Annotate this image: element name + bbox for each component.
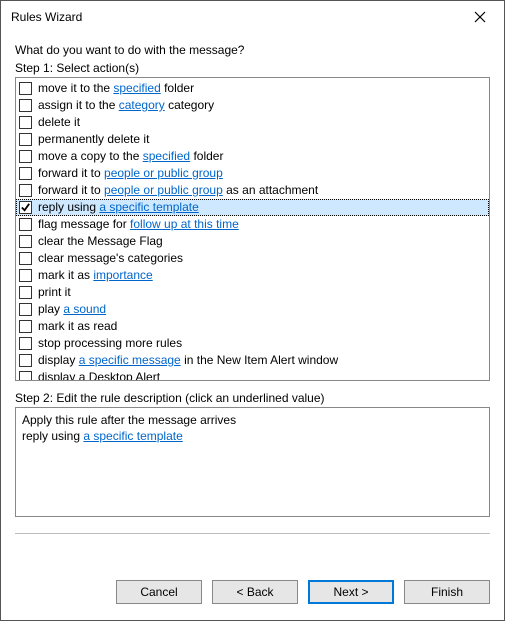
- action-row[interactable]: permanently delete it: [16, 131, 489, 148]
- action-link[interactable]: category: [119, 98, 165, 112]
- action-row[interactable]: clear message's categories: [16, 250, 489, 267]
- action-link[interactable]: people or public group: [104, 183, 223, 197]
- titlebar: Rules Wizard: [1, 1, 504, 33]
- action-row[interactable]: forward it to people or public group: [16, 165, 489, 182]
- action-checkbox[interactable]: [19, 99, 32, 112]
- action-checkbox[interactable]: [19, 303, 32, 316]
- action-row[interactable]: stop processing more rules: [16, 335, 489, 352]
- question-text: What do you want to do with the message?: [15, 43, 490, 57]
- step2-label: Step 2: Edit the rule description (click…: [15, 391, 490, 405]
- action-label: forward it to people or public group: [38, 165, 223, 182]
- rule-description-box[interactable]: Apply this rule after the message arrive…: [15, 407, 490, 517]
- action-checkbox[interactable]: [19, 150, 32, 163]
- template-link[interactable]: a specific template: [83, 429, 182, 443]
- action-checkbox[interactable]: [19, 201, 32, 214]
- action-label: permanently delete it: [38, 131, 149, 148]
- action-label: mark it as importance: [38, 267, 153, 284]
- finish-button[interactable]: Finish: [404, 580, 490, 604]
- action-label: mark it as read: [38, 318, 117, 335]
- action-checkbox[interactable]: [19, 252, 32, 265]
- action-link[interactable]: a sound: [63, 302, 106, 316]
- actions-list[interactable]: move it to the specified folderassign it…: [15, 77, 490, 381]
- action-row[interactable]: move a copy to the specified folder: [16, 148, 489, 165]
- cancel-button[interactable]: Cancel: [116, 580, 202, 604]
- window-title: Rules Wizard: [11, 10, 460, 24]
- action-checkbox[interactable]: [19, 354, 32, 367]
- button-bar: Cancel < Back Next > Finish: [1, 566, 504, 620]
- action-label: delete it: [38, 114, 80, 131]
- close-button[interactable]: [460, 3, 500, 31]
- action-checkbox[interactable]: [19, 133, 32, 146]
- action-row[interactable]: mark it as read: [16, 318, 489, 335]
- action-checkbox[interactable]: [19, 337, 32, 350]
- description-line-1: Apply this rule after the message arrive…: [22, 412, 483, 428]
- action-row[interactable]: clear the Message Flag: [16, 233, 489, 250]
- action-label: print it: [38, 284, 71, 301]
- action-label: move it to the specified folder: [38, 80, 194, 97]
- action-row[interactable]: mark it as importance: [16, 267, 489, 284]
- action-label: play a sound: [38, 301, 106, 318]
- action-row[interactable]: print it: [16, 284, 489, 301]
- action-checkbox[interactable]: [19, 286, 32, 299]
- rules-wizard-window: Rules Wizard What do you want to do with…: [0, 0, 505, 621]
- back-button[interactable]: < Back: [212, 580, 298, 604]
- action-checkbox[interactable]: [19, 167, 32, 180]
- action-checkbox[interactable]: [19, 82, 32, 95]
- action-link[interactable]: a specific template: [99, 200, 198, 214]
- action-link[interactable]: a specific message: [79, 353, 181, 367]
- action-row[interactable]: display a specific message in the New It…: [16, 352, 489, 369]
- action-row[interactable]: move it to the specified folder: [16, 80, 489, 97]
- action-label: display a Desktop Alert: [38, 369, 160, 381]
- action-label: forward it to people or public group as …: [38, 182, 318, 199]
- action-row[interactable]: display a Desktop Alert: [16, 369, 489, 381]
- action-label: stop processing more rules: [38, 335, 182, 352]
- action-checkbox[interactable]: [19, 269, 32, 282]
- action-label: clear message's categories: [38, 250, 183, 267]
- step1-label: Step 1: Select action(s): [15, 61, 490, 75]
- action-row[interactable]: play a sound: [16, 301, 489, 318]
- action-checkbox[interactable]: [19, 218, 32, 231]
- description-line-2: reply using a specific template: [22, 428, 483, 444]
- action-link[interactable]: importance: [93, 268, 152, 282]
- action-row[interactable]: forward it to people or public group as …: [16, 182, 489, 199]
- action-link[interactable]: specified: [143, 149, 190, 163]
- action-link[interactable]: people or public group: [104, 166, 223, 180]
- action-row[interactable]: flag message for follow up at this time: [16, 216, 489, 233]
- action-checkbox[interactable]: [19, 116, 32, 129]
- action-link[interactable]: follow up at this time: [130, 217, 239, 231]
- action-label: display a specific message in the New It…: [38, 352, 338, 369]
- action-row[interactable]: delete it: [16, 114, 489, 131]
- action-checkbox[interactable]: [19, 320, 32, 333]
- action-label: clear the Message Flag: [38, 233, 163, 250]
- dialog-body: What do you want to do with the message?…: [1, 33, 504, 566]
- action-label: reply using a specific template: [38, 199, 199, 216]
- close-icon: [474, 11, 486, 23]
- footer-separator: [15, 533, 490, 535]
- next-button[interactable]: Next >: [308, 580, 394, 604]
- action-label: assign it to the category category: [38, 97, 214, 114]
- action-label: move a copy to the specified folder: [38, 148, 223, 165]
- action-label: flag message for follow up at this time: [38, 216, 239, 233]
- action-checkbox[interactable]: [19, 184, 32, 197]
- action-checkbox[interactable]: [19, 235, 32, 248]
- action-checkbox[interactable]: [19, 371, 32, 381]
- action-row[interactable]: assign it to the category category: [16, 97, 489, 114]
- action-link[interactable]: specified: [113, 81, 160, 95]
- action-row[interactable]: reply using a specific template: [16, 199, 489, 216]
